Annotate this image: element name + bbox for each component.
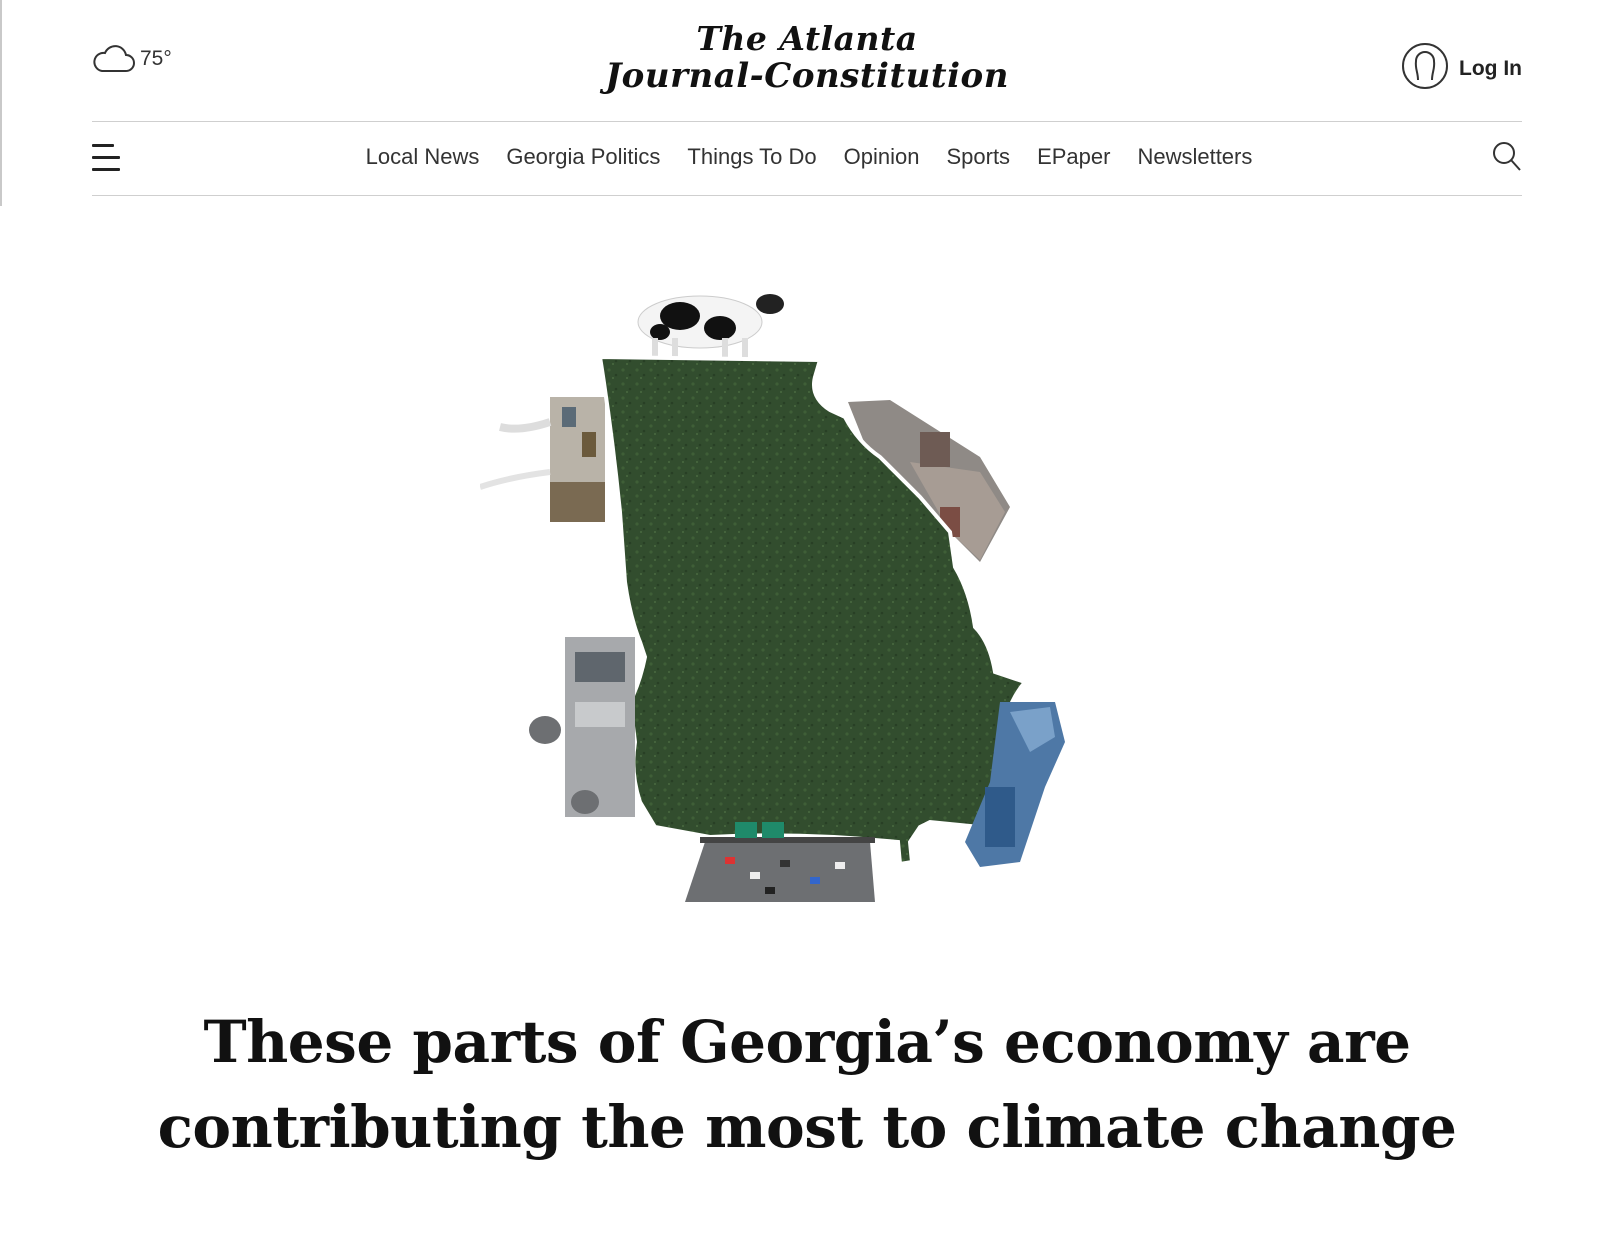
nav-item-georgia-politics[interactable]: Georgia Politics	[506, 144, 660, 170]
search-icon[interactable]	[1492, 141, 1522, 178]
login-label: Log In	[1459, 56, 1522, 80]
cow-image	[637, 294, 784, 358]
nav-item-local-news[interactable]: Local News	[366, 144, 480, 170]
weather-widget[interactable]: 75°	[92, 44, 172, 74]
left-rule	[0, 0, 2, 206]
nav-item-opinion[interactable]: Opinion	[844, 144, 920, 170]
nav-item-things-to-do[interactable]: Things To Do	[687, 144, 816, 170]
article-headline: These parts of Georgia’s economy are con…	[157, 1008, 1457, 1161]
page: 75° The Atlanta Journal-Constitution Log…	[0, 0, 1614, 1255]
nav-item-epaper[interactable]: EPaper	[1037, 144, 1110, 170]
factory-image	[529, 637, 635, 817]
masthead-line-2: Journal-Constitution	[605, 56, 1009, 96]
nav-links: Local News Georgia Politics Things To Do…	[96, 144, 1522, 170]
top-bar: 75° The Atlanta Journal-Constitution Log…	[92, 0, 1522, 121]
hero-image[interactable]	[480, 282, 1100, 932]
nav-item-newsletters[interactable]: Newsletters	[1137, 144, 1252, 170]
nav-item-sports[interactable]: Sports	[946, 144, 1010, 170]
nav-bar: Local News Georgia Politics Things To Do…	[92, 122, 1522, 194]
login-button[interactable]: Log In	[1401, 42, 1522, 95]
power-plant-image	[480, 397, 605, 522]
nav-divider	[92, 195, 1522, 196]
georgia-state-shape	[597, 354, 1029, 867]
masthead-logo[interactable]: The Atlanta Journal-Constitution	[605, 22, 1009, 93]
user-avatar-icon	[1401, 42, 1449, 95]
cloud-icon	[92, 44, 136, 74]
georgia-map-collage	[480, 294, 1065, 902]
masthead-line-1: The Atlanta	[696, 19, 918, 58]
weather-temperature: 75°	[140, 47, 172, 70]
